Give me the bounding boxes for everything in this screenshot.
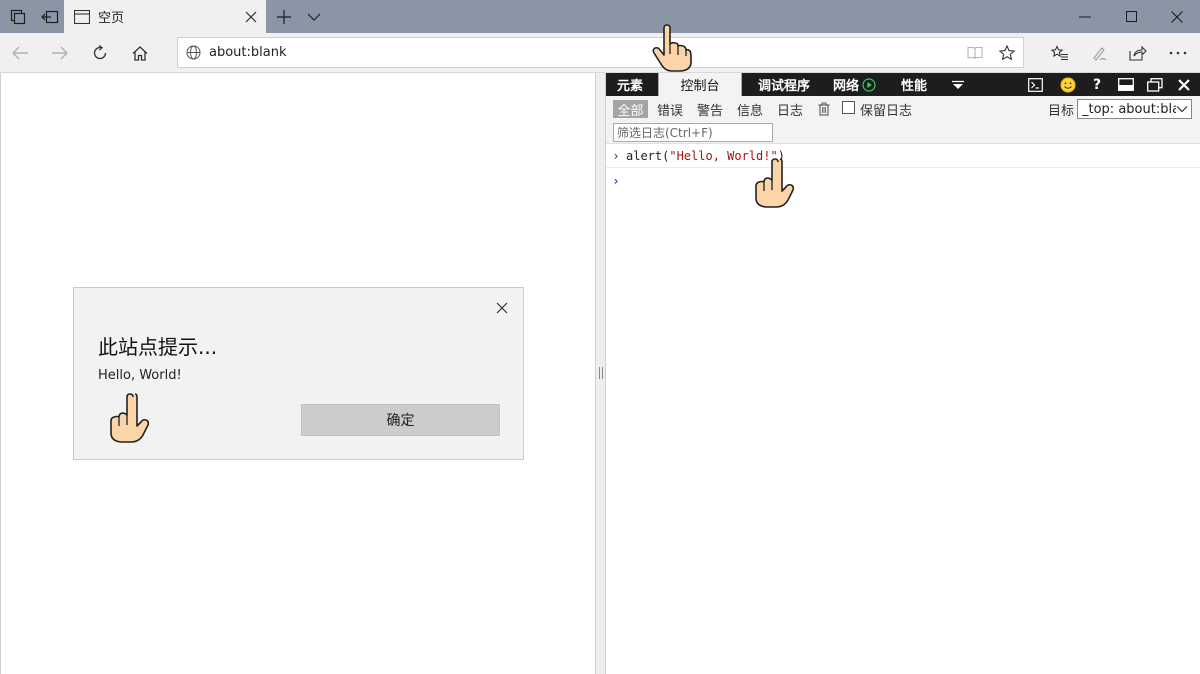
tab-network[interactable]: 网络	[826, 73, 878, 96]
globe-icon	[186, 45, 202, 61]
navigation-bar: about:blank	[0, 33, 1200, 73]
chevron-down-icon	[1176, 106, 1188, 113]
console-filter-bar: 全部 错误 警告 信息 日志 保留日志 目标 _top: about:blank…	[606, 96, 1200, 144]
level-log[interactable]: 日志	[775, 100, 805, 119]
favorites-hub-icon[interactable]	[1040, 33, 1080, 73]
ok-button[interactable]: 确定	[301, 404, 500, 436]
page-icon	[74, 9, 90, 25]
hand-cursor-icon	[652, 24, 692, 72]
dock-icon[interactable]	[1112, 73, 1140, 96]
reading-view-icon[interactable]	[959, 37, 991, 68]
record-play-icon[interactable]	[862, 77, 876, 92]
maximize-icon[interactable]	[1108, 0, 1154, 33]
forward-icon[interactable]	[40, 33, 80, 73]
tab-preview-icon[interactable]	[2, 0, 34, 33]
tab-title: 空页	[98, 11, 125, 26]
title-bar: 空页	[0, 0, 1200, 33]
console-entry: › alert("Hello, World!")	[606, 144, 1200, 168]
pane-splitter[interactable]	[595, 73, 606, 674]
tab-console[interactable]: 控制台	[658, 73, 742, 96]
set-tabs-aside-icon[interactable]	[34, 0, 66, 33]
back-icon[interactable]	[0, 33, 40, 73]
tab-debugger[interactable]: 调试程序	[746, 73, 822, 96]
chevron-down-icon[interactable]	[298, 0, 330, 33]
address-bar[interactable]: about:blank	[177, 37, 1024, 68]
dialog-message: Hello, World!	[98, 368, 182, 383]
filter-log-placeholder: 筛选日志(Ctrl+F)	[617, 126, 713, 140]
close-tab-icon[interactable]	[236, 0, 266, 33]
web-page: 此站点提示... Hello, World! 确定	[0, 73, 595, 674]
address-text[interactable]: about:blank	[209, 45, 959, 60]
devtools-panel: 元素 控制台 调试程序 网络 性能 ? 全部 错误 警告 信息 日志 保留日志 …	[606, 73, 1200, 674]
favorite-star-icon[interactable]	[991, 37, 1023, 68]
level-errors[interactable]: 错误	[655, 100, 685, 119]
more-icon[interactable]	[1158, 33, 1198, 73]
target-select[interactable]: _top: about:blank	[1077, 99, 1192, 119]
splitter-grip-icon[interactable]	[599, 367, 603, 379]
smiley-feedback-icon[interactable]	[1054, 73, 1082, 96]
hand-cursor-icon	[110, 393, 150, 443]
input-chevron-icon: ›	[612, 148, 620, 163]
dialog-title: 此站点提示...	[98, 335, 218, 359]
tab-performance[interactable]: 性能	[886, 73, 942, 96]
level-all[interactable]: 全部	[613, 100, 648, 119]
tab-network-label: 网络	[833, 79, 860, 94]
help-icon[interactable]: ?	[1083, 73, 1111, 96]
hand-cursor-icon	[755, 158, 794, 208]
pen-notes-icon[interactable]	[1080, 33, 1120, 73]
console-call-fn: alert(	[626, 148, 670, 163]
close-devtools-icon[interactable]	[1170, 73, 1198, 96]
refresh-icon[interactable]	[80, 33, 120, 73]
minimize-icon[interactable]	[1062, 0, 1108, 33]
close-window-icon[interactable]	[1154, 0, 1200, 33]
devtools-toolbar: 元素 控制台 调试程序 网络 性能 ?	[606, 73, 1200, 96]
tab-elements[interactable]: 元素	[606, 73, 654, 96]
browser-tab[interactable]: 空页	[64, 0, 266, 33]
undock-icon[interactable]	[1141, 73, 1169, 96]
prompt-chevron-icon: ›	[612, 174, 620, 188]
new-tab-icon[interactable]	[268, 0, 300, 33]
preserve-log-label: 保留日志	[860, 103, 913, 119]
home-icon[interactable]	[120, 33, 160, 73]
level-warnings[interactable]: 警告	[695, 100, 725, 119]
level-info[interactable]: 信息	[735, 100, 765, 119]
target-label: 目标	[1047, 103, 1074, 119]
console-prompt[interactable]: ›	[606, 169, 1200, 193]
dialog-close-icon[interactable]	[491, 297, 513, 319]
console-input-icon[interactable]	[1021, 73, 1049, 96]
preserve-log-checkbox[interactable]	[842, 101, 855, 114]
share-icon[interactable]	[1118, 33, 1158, 73]
target-select-value: _top: about:blank	[1082, 101, 1176, 117]
filter-log-input[interactable]: 筛选日志(Ctrl+F)	[613, 123, 773, 142]
more-tabs-chevron-icon[interactable]	[944, 73, 972, 96]
clear-console-icon[interactable]	[816, 100, 832, 118]
